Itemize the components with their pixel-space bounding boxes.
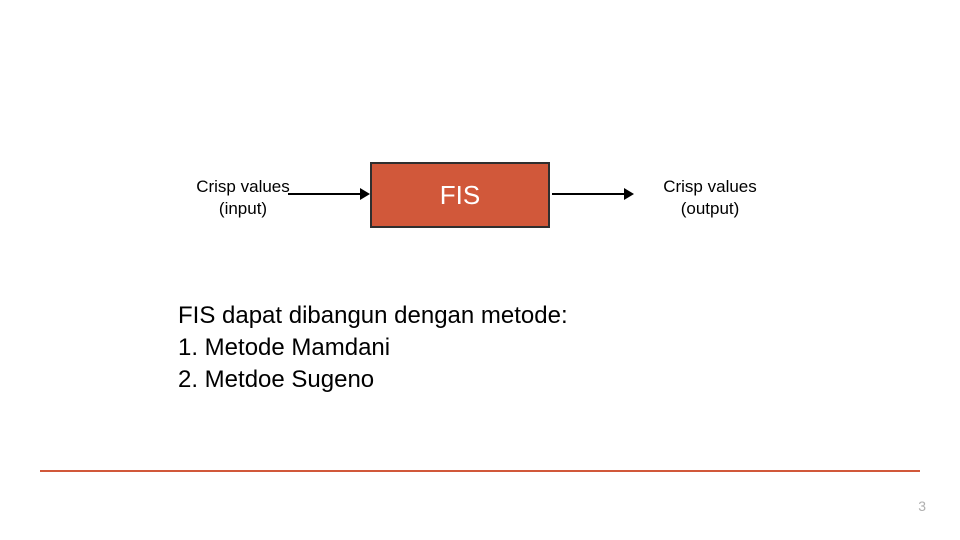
arrow-fis-to-output [552, 193, 632, 195]
body-item-2: 2. Metdoe Sugeno [178, 364, 798, 396]
output-label-line2: (output) [681, 199, 740, 218]
fis-box: FIS [370, 162, 550, 228]
body-item-1: 1. Metode Mamdani [178, 332, 798, 364]
input-label-line1: Crisp values [196, 177, 290, 196]
input-label: Crisp values (input) [178, 176, 308, 220]
fis-box-label: FIS [440, 180, 480, 211]
arrow-input-to-fis [288, 193, 368, 195]
divider-line [40, 470, 920, 472]
body-intro: FIS dapat dibangun dengan metode: [178, 300, 798, 332]
body-text: FIS dapat dibangun dengan metode: 1. Met… [178, 300, 798, 396]
fis-diagram: Crisp values (input) FIS Crisp values (o… [0, 162, 960, 232]
output-label-line1: Crisp values [663, 177, 757, 196]
input-label-line2: (input) [219, 199, 267, 218]
page-number: 3 [918, 498, 926, 514]
output-label: Crisp values (output) [640, 176, 780, 220]
